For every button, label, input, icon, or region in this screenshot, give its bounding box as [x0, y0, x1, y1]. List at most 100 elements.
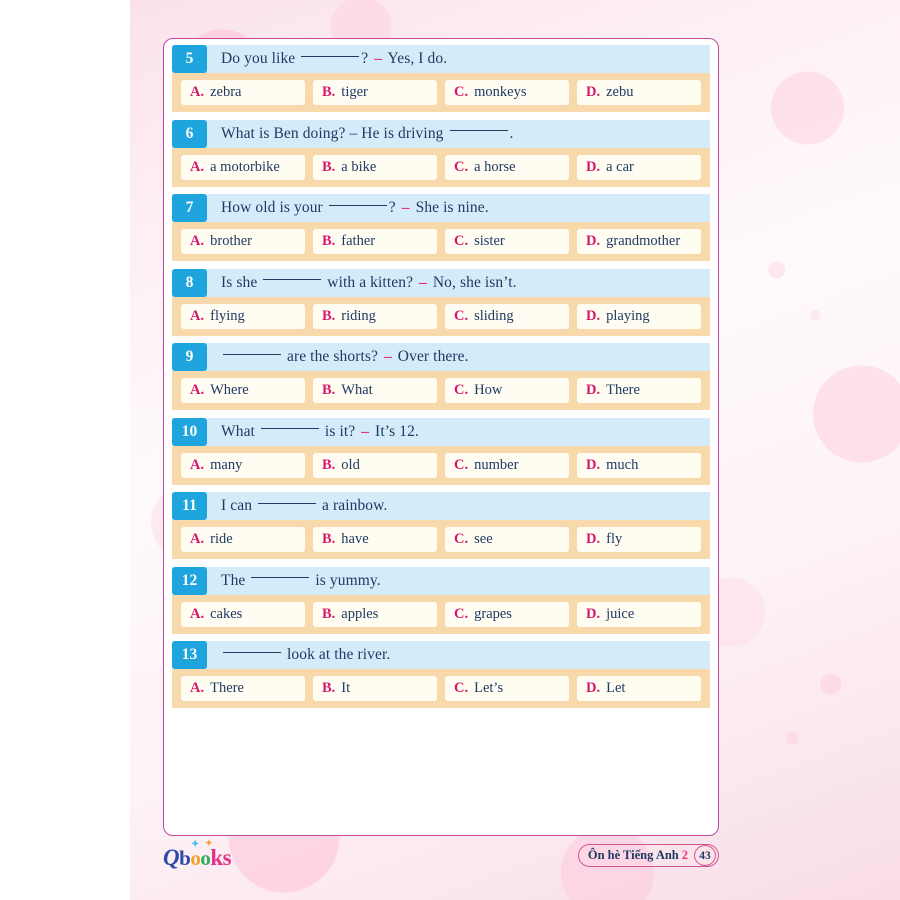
option-text: grapes	[474, 605, 512, 622]
option-letter: B.	[322, 456, 336, 473]
answer-option[interactable]: A. ride	[181, 527, 305, 552]
answer-blank[interactable]	[260, 428, 319, 429]
page-footer: ✦ ✦ Q b o o ks Ôn hè Tiếng Anh 2 43	[163, 838, 719, 877]
answer-option[interactable]: C. monkeys	[445, 80, 569, 105]
question-text-after: .	[509, 124, 514, 142]
question-block: 11 I can a rainbow. A. ride B. have C. see D. fly	[172, 492, 710, 559]
option-letter: A.	[190, 680, 205, 696]
question-block: 7 How old is your ? – She is nine. A. broth…	[172, 194, 710, 261]
answer-option[interactable]: B. have	[313, 527, 437, 552]
answer-option[interactable]: A. brother	[181, 229, 305, 254]
answer-blank[interactable]	[263, 279, 322, 280]
answer-band: A. Where B. What C. How D. There	[172, 371, 710, 410]
question-band: 7 How old is your ? – She is nine.	[172, 194, 710, 222]
question-number-badge: 11	[172, 492, 207, 520]
answer-option[interactable]: A. flying	[181, 303, 305, 329]
option-letter: B.	[322, 158, 336, 175]
question-text: The is yummy.	[207, 567, 710, 595]
option-text: a car	[606, 158, 634, 175]
answer-option[interactable]: C. How	[445, 378, 569, 403]
answer-option[interactable]: C. sliding	[445, 303, 569, 329]
question-text: are the shorts? – Over there.	[207, 343, 710, 371]
answer-option[interactable]: D. zebu	[577, 80, 701, 105]
answer-option[interactable]: B. It	[313, 676, 437, 701]
option-text: There	[606, 382, 640, 398]
dash-separator: –	[374, 50, 383, 67]
answer-blank[interactable]	[258, 502, 317, 504]
answer-option[interactable]: D. playing	[577, 303, 701, 329]
answer-option[interactable]: D. There	[577, 378, 701, 403]
option-text: flying	[210, 307, 245, 324]
sparkle-icon-2: ✦	[205, 838, 213, 848]
answer-option[interactable]: C. number	[445, 452, 569, 478]
logo-letter-q: Q	[163, 845, 180, 870]
answer-option[interactable]: C. see	[445, 527, 569, 552]
question-block: 13 look at the river. A. There B. It C. Let’s D…	[172, 641, 710, 708]
answer-option[interactable]: D. fly	[577, 527, 701, 552]
option-letter: C.	[454, 233, 469, 249]
option-letter: D.	[586, 84, 601, 100]
answer-option[interactable]: B. What	[313, 378, 437, 403]
option-text: grandmother	[606, 233, 681, 249]
question-text-after: look at the river.	[283, 646, 391, 663]
question-text-before: The	[221, 571, 250, 589]
answer-blank[interactable]	[223, 651, 281, 653]
answer-option[interactable]: A. many	[181, 452, 305, 478]
option-letter: A.	[190, 456, 205, 473]
answer-option[interactable]: C. sister	[445, 229, 569, 254]
answer-option[interactable]: D. a car	[577, 154, 701, 180]
option-letter: C.	[454, 680, 469, 696]
question-number-badge: 6	[172, 119, 207, 148]
answer-option[interactable]: B. tiger	[313, 80, 437, 105]
answer-option[interactable]: A. cakes	[181, 601, 305, 627]
dash-separator: –	[401, 199, 410, 216]
page-number: 43	[694, 845, 716, 866]
option-text: cakes	[210, 605, 243, 622]
option-text: How	[474, 382, 503, 398]
answer-option[interactable]: A. Where	[181, 378, 305, 403]
answer-option[interactable]: B. a bike	[313, 154, 437, 180]
option-letter: C.	[454, 605, 469, 622]
answer-option[interactable]: B. apples	[313, 601, 437, 627]
question-text-after: with a kitten?	[323, 273, 418, 291]
question-text-before: Do you like	[221, 50, 300, 67]
option-text: brother	[210, 233, 252, 249]
page-number-badge: Ôn hè Tiếng Anh 2 43	[577, 844, 719, 867]
option-letter: A.	[190, 158, 205, 175]
answer-option[interactable]: C. a horse	[445, 154, 569, 180]
answer-option[interactable]: A. zebra	[181, 80, 305, 105]
answer-blank[interactable]	[328, 204, 387, 206]
answer-blank[interactable]	[251, 577, 310, 578]
question-text-after: is it?	[320, 422, 360, 440]
question-number-badge: 5	[172, 45, 207, 73]
option-text: ride	[210, 531, 233, 547]
answer-band: A. brother B. father C. sister D. grandmother	[172, 222, 710, 261]
dash-separator: –	[361, 422, 370, 440]
question-answer-text: No, she isn’t.	[428, 273, 517, 291]
question-band: 13 look at the river.	[172, 641, 710, 669]
answer-option[interactable]: A. a motorbike	[181, 154, 305, 180]
option-text: juice	[606, 605, 635, 622]
answer-option[interactable]: D. much	[577, 452, 701, 478]
answer-option[interactable]: B. old	[313, 452, 437, 478]
answer-blank[interactable]	[449, 130, 508, 131]
option-text: sliding	[474, 307, 514, 324]
qbooks-logo: ✦ ✦ Q b o o ks	[163, 838, 232, 871]
answer-option[interactable]: B. riding	[313, 303, 437, 329]
question-block: 8 Is she with a kitten? – No, she isn’t. A…	[172, 268, 710, 336]
answer-option[interactable]: D. juice	[577, 601, 701, 627]
option-letter: D.	[586, 307, 601, 324]
answer-option[interactable]: D. grandmother	[577, 229, 701, 254]
answer-blank[interactable]	[223, 353, 281, 355]
option-text: number	[474, 456, 519, 473]
answer-blank[interactable]	[301, 55, 360, 57]
option-text: much	[606, 456, 639, 473]
question-text-after: a rainbow.	[318, 497, 388, 514]
book-title: Ôn hè Tiếng Anh	[587, 848, 679, 862]
answer-option[interactable]: B. father	[313, 229, 437, 254]
answer-option[interactable]: C. grapes	[445, 601, 569, 627]
option-letter: B.	[322, 680, 336, 696]
answer-option[interactable]: A. There	[181, 676, 305, 701]
answer-option[interactable]: D. Let	[577, 676, 701, 701]
answer-option[interactable]: C. Let’s	[445, 676, 569, 701]
